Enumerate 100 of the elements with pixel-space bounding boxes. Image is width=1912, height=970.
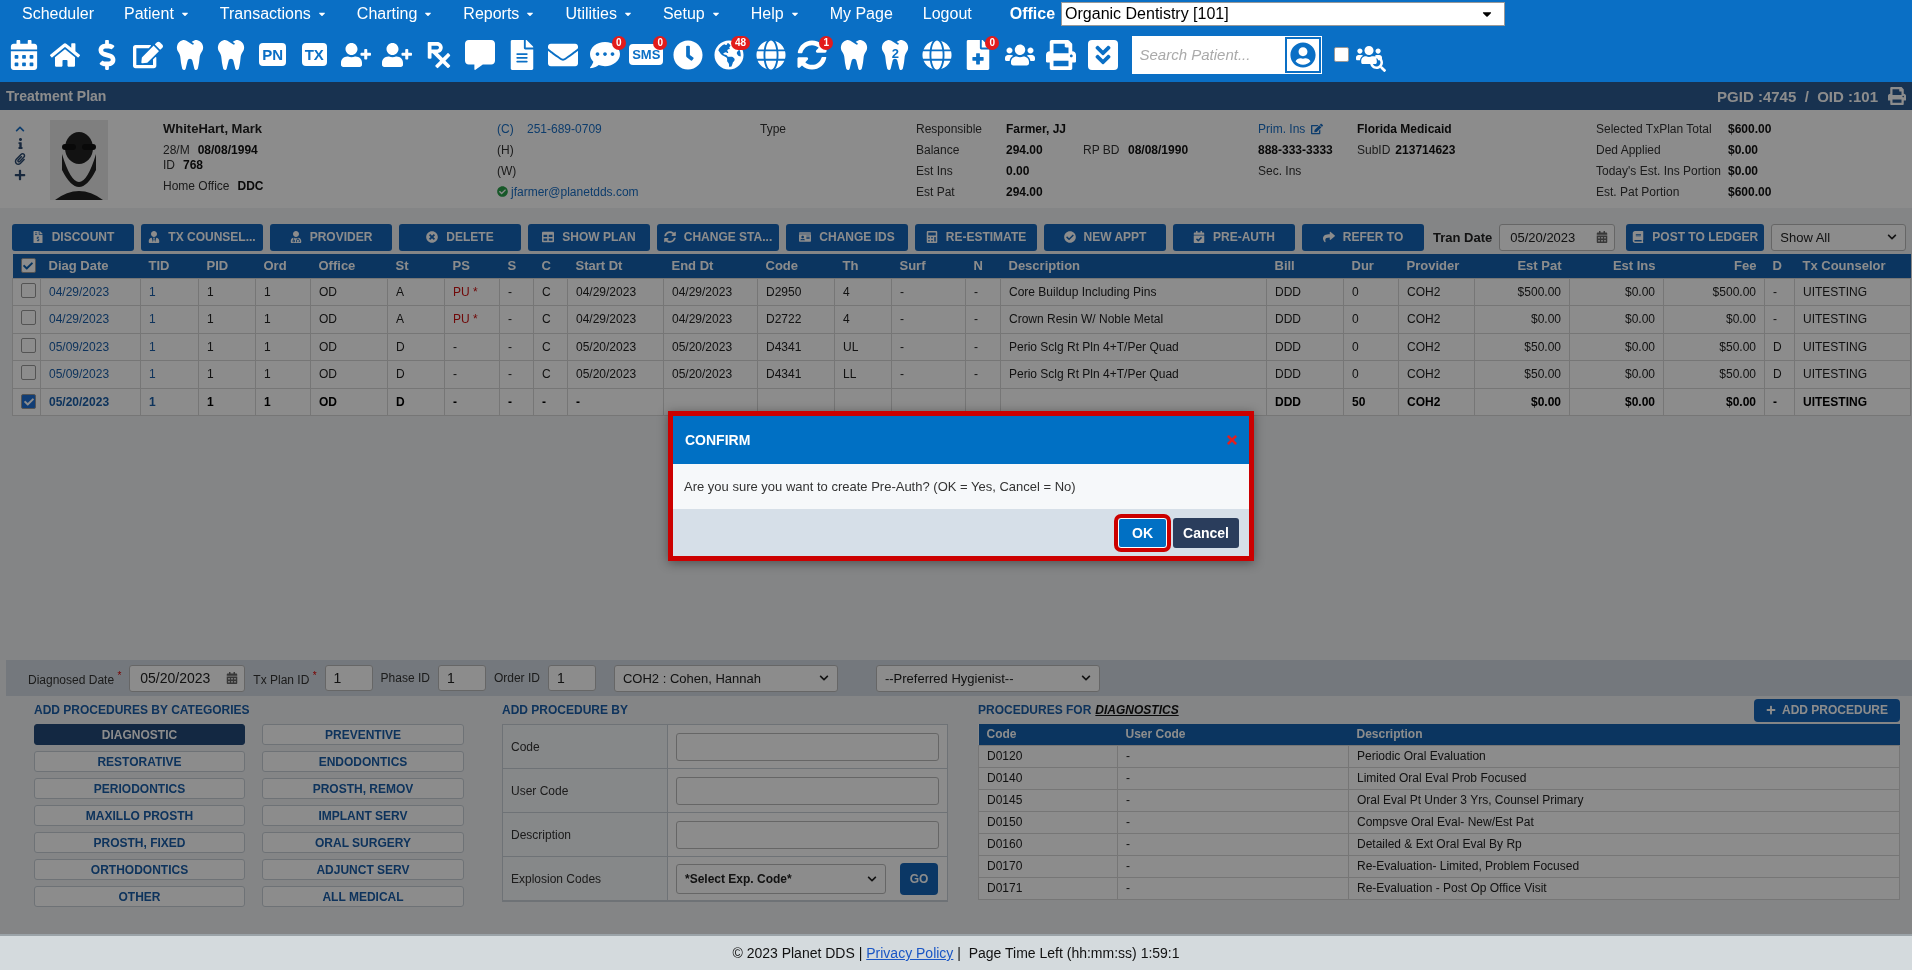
action-button[interactable]: DISCOUNT (12, 223, 134, 251)
input-field[interactable] (676, 820, 939, 849)
column-header[interactable]: Code (757, 254, 835, 278)
paperclip-icon[interactable] (14, 153, 26, 165)
column-header[interactable]: Provider (1398, 254, 1475, 278)
row-checkbox[interactable] (21, 394, 36, 409)
hygienist-select[interactable]: --Preferred Hygienist-- (875, 664, 1100, 692)
column-header[interactable]: N (965, 254, 1001, 278)
add-procedure-button[interactable]: ADD PROCEDURE (1754, 698, 1900, 722)
column-header[interactable]: Description (1000, 254, 1267, 278)
column-header[interactable]: D (1764, 254, 1795, 278)
plus-icon[interactable] (14, 169, 26, 181)
action-button[interactable]: NEW APPT (1044, 223, 1166, 251)
action-button[interactable]: PROVIDER (270, 223, 392, 251)
category-button[interactable]: ADJUNCT SERV (262, 859, 464, 880)
pn-button[interactable]: PN (252, 34, 294, 75)
cancel-button[interactable]: Cancel (1173, 517, 1239, 548)
column-header[interactable]: S (499, 254, 534, 278)
category-button[interactable]: RESTORATIVE (34, 751, 245, 772)
table-cell: Re-Evaluation - Post Op Office Visit (1348, 877, 1900, 899)
printer-icon[interactable] (1888, 87, 1906, 105)
row-checkbox[interactable] (21, 282, 36, 298)
action-button[interactable]: CHANGE STA... (657, 223, 779, 251)
menu-item[interactable]: Help (748, 4, 828, 23)
filter-select[interactable]: Show All (1771, 223, 1907, 251)
column-header[interactable]: Est Pat (1474, 254, 1570, 278)
menu-item[interactable]: Patient (122, 4, 218, 23)
column-header[interactable]: Ord (255, 254, 311, 278)
menu-item[interactable]: Scheduler (20, 4, 123, 23)
tx-plan-id-field[interactable]: 1 (324, 665, 373, 691)
category-button[interactable]: OTHER (34, 886, 245, 907)
row-checkbox[interactable] (21, 310, 36, 326)
action-button[interactable]: CHANGE IDS (786, 223, 908, 251)
footer-text: © 2023 Planet DDS | Privacy Policy | Page Time Left (hh:mm:ss) 1:59:1 (732, 945, 1180, 961)
post-to-ledger-button[interactable]: POST TO LEDGER (1626, 223, 1765, 251)
category-button[interactable]: DIAGNOSTIC (34, 724, 245, 745)
category-button[interactable]: PERIODONTICS (34, 778, 245, 799)
order-id-field[interactable]: 1 (547, 665, 596, 691)
menu-item[interactable]: Setup (660, 4, 749, 23)
input-field[interactable] (676, 776, 939, 805)
edit-icon[interactable] (1311, 122, 1324, 135)
category-link[interactable]: DIAGNOSTICS (1095, 703, 1179, 717)
column-header[interactable]: Office (310, 254, 388, 278)
menu-item[interactable]: Utilities (563, 4, 661, 23)
row-checkbox[interactable] (21, 337, 36, 353)
category-button[interactable]: IMPLANT SERV (262, 805, 464, 826)
patient-search-button[interactable] (1284, 36, 1321, 73)
tran-date-field[interactable]: 05/20/2023 (1499, 223, 1616, 251)
column-header[interactable]: Dur (1343, 254, 1399, 278)
action-button[interactable]: RE-ESTIMATE (915, 223, 1037, 251)
action-button[interactable]: TX COUNSEL... (141, 223, 263, 251)
column-header[interactable]: PS (444, 254, 500, 278)
column-header[interactable]: PID (198, 254, 256, 278)
column-header[interactable]: Start Dt (567, 254, 664, 278)
column-header[interactable]: Est Ins (1569, 254, 1664, 278)
checkbox[interactable] (1333, 47, 1349, 62)
column-header[interactable]: TID (140, 254, 199, 278)
category-button[interactable]: ORTHODONTICS (34, 859, 245, 880)
menu-item[interactable]: My Page (827, 4, 921, 23)
input-field[interactable] (676, 732, 939, 761)
diagnosed-date-field[interactable]: 05/20/2023 (129, 664, 246, 692)
action-button[interactable]: SHOW PLAN (528, 223, 650, 251)
category-button[interactable]: MAXILLO PROSTH (34, 805, 245, 826)
explosion-code-select[interactable]: *Select Exp. Code* (676, 863, 886, 894)
category-button[interactable]: PROSTH, FIXED (34, 832, 245, 853)
go-button[interactable]: GO (900, 862, 938, 895)
email-link[interactable]: jfarmer@planetdds.com (511, 184, 639, 199)
column-header[interactable]: End Dt (663, 254, 758, 278)
select-all-checkbox[interactable] (20, 258, 36, 273)
menu-item[interactable]: Logout (920, 4, 1000, 23)
column-header[interactable]: Diag Date (40, 254, 141, 278)
primary-insurance-link[interactable]: Prim. Ins (1258, 121, 1306, 136)
column-header[interactable]: Bill (1266, 254, 1344, 278)
menu-item[interactable]: Reports (461, 4, 564, 23)
column-header[interactable]: Surf (891, 254, 966, 278)
category-button[interactable]: PREVENTIVE (262, 724, 464, 745)
phase-id-field[interactable]: 1 (437, 665, 486, 691)
column-header[interactable]: Fee (1663, 254, 1765, 278)
menu-item[interactable]: Charting (354, 4, 462, 23)
tx-button[interactable]: TX (293, 34, 335, 75)
search-field[interactable]: Search Patient... (1131, 35, 1322, 74)
sms-button[interactable]: SMS 0 (625, 34, 667, 75)
row-checkbox[interactable] (21, 365, 36, 381)
column-header[interactable]: Th (834, 254, 892, 278)
menu-item[interactable]: Transactions (217, 4, 355, 23)
column-header[interactable]: C (533, 254, 568, 278)
category-button[interactable]: ORAL SURGERY (262, 832, 464, 853)
office-select[interactable]: Organic Dentistry [101] (1061, 1, 1506, 26)
column-header[interactable]: St (387, 254, 445, 278)
column-header[interactable]: Tx Counselor (1794, 254, 1911, 278)
category-button[interactable]: PROSTH, REMOV (262, 778, 464, 799)
privacy-policy-link[interactable]: Privacy Policy (866, 945, 954, 961)
action-button[interactable]: DELETE (399, 223, 521, 251)
phone-number[interactable]: 251-689-0709 (527, 121, 602, 136)
action-button[interactable]: REFER TO (1302, 223, 1424, 251)
action-button[interactable]: PRE-AUTH (1173, 223, 1295, 251)
chevron-up-icon[interactable] (15, 124, 25, 134)
category-button[interactable]: ENDODONTICS (262, 751, 464, 772)
provider-select[interactable]: COH2 : Cohen, Hannah (613, 664, 838, 692)
category-button[interactable]: ALL MEDICAL (262, 886, 464, 907)
